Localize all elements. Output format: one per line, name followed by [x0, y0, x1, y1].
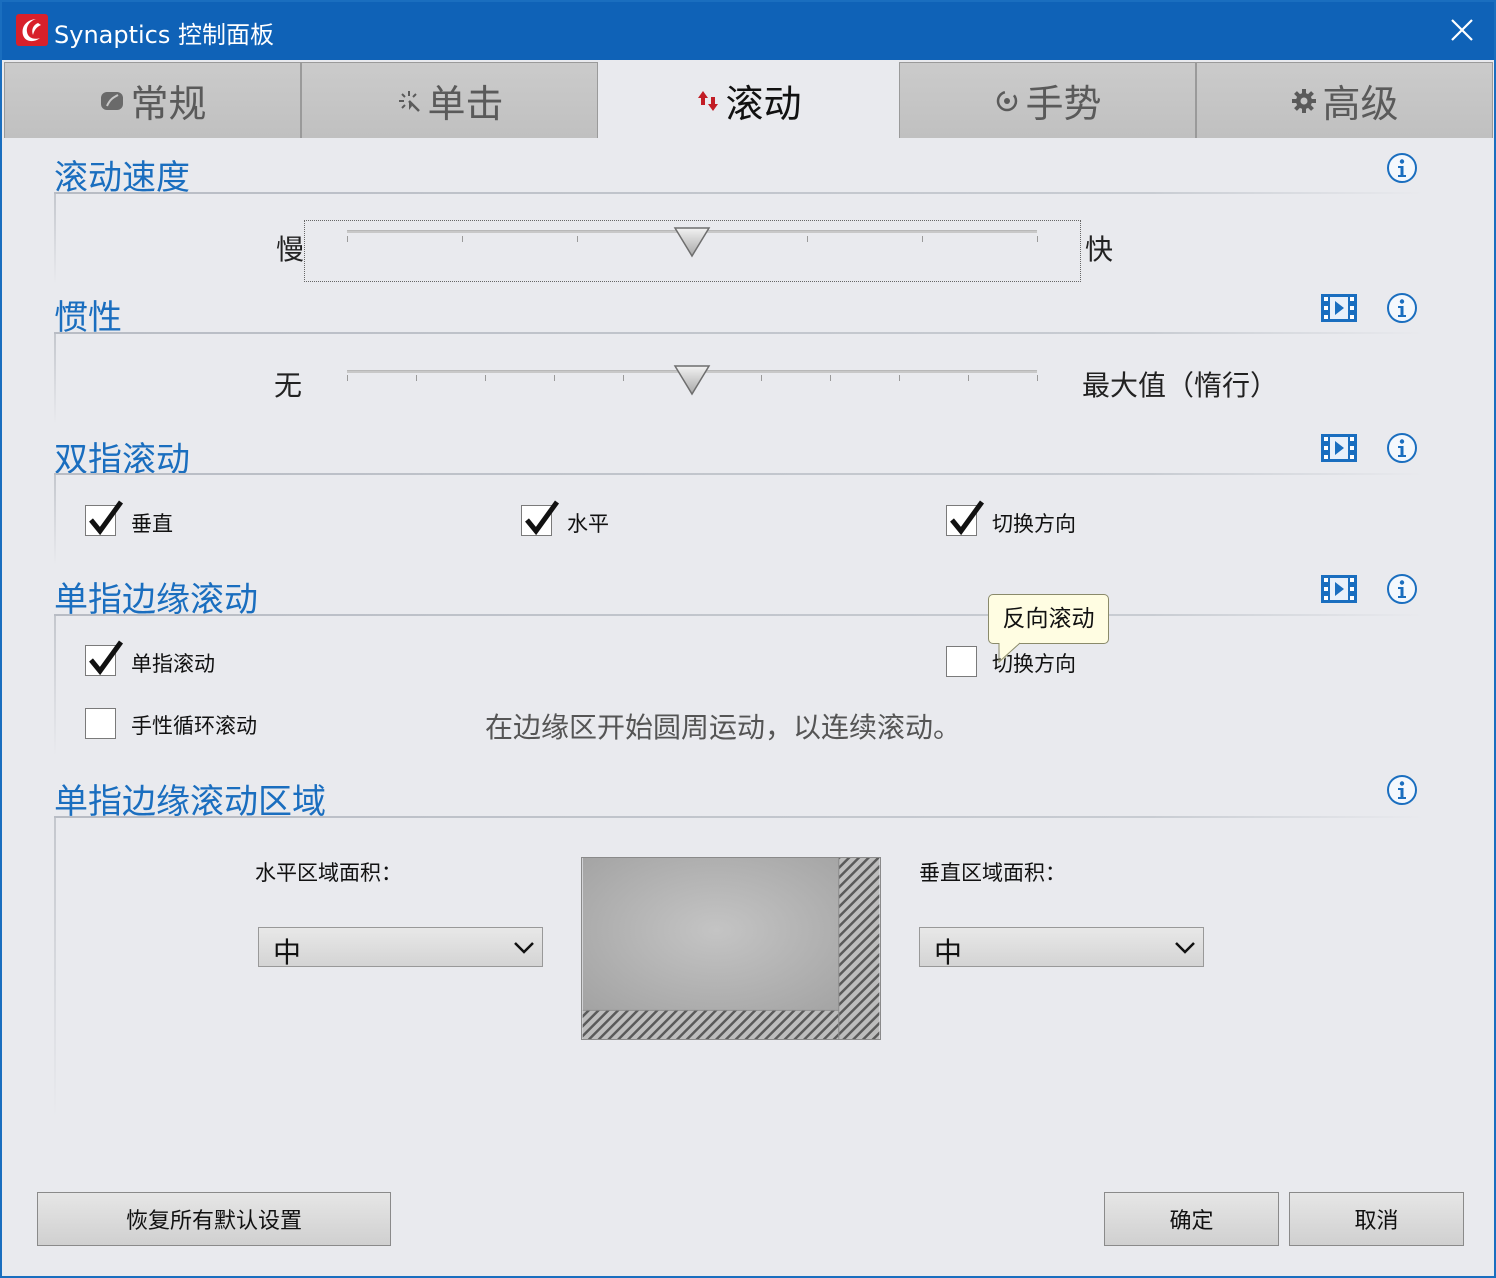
slider-tick [899, 375, 900, 381]
tab-label: 手势 [1025, 82, 1102, 126]
chiral-hint-text: 在边缘区开始圆周运动，以连续滚动。 [485, 711, 962, 744]
section-edge [54, 334, 56, 424]
tooltip-tail [998, 642, 1021, 664]
slider-tick [462, 236, 463, 242]
slider-tick [922, 236, 923, 242]
slider-tick [1037, 375, 1038, 381]
gesture-icon [997, 90, 1018, 111]
slider-tick [830, 375, 831, 381]
synaptics-window: Synaptics 控制面板 常规 单击 滚动 手势 高级 滚动速度 慢 快 惯… [0, 0, 1496, 1278]
horizontal-label: 水平 [567, 512, 609, 536]
slider-tick [416, 375, 417, 381]
slider-tick [761, 375, 762, 381]
vertical-zone-select[interactable]: 中 [919, 927, 1204, 969]
reverse-label: 切换方向 [992, 512, 1076, 536]
slider-tick [347, 375, 348, 381]
video-icon[interactable] [1320, 573, 1358, 605]
click-icon [399, 90, 421, 112]
window-title: Synaptics 控制面板 [54, 21, 274, 49]
section-edge [54, 475, 56, 565]
vertical-two-finger-checkbox[interactable] [85, 500, 124, 536]
horizontal-zone-select[interactable]: 中 [258, 927, 543, 969]
checkmark-icon [89, 500, 124, 536]
horizontal-zone-value: 中 [273, 936, 302, 969]
chevron-down-icon [514, 942, 534, 954]
gear-icon [1292, 88, 1317, 113]
chiral-label: 手性循环滚动 [131, 714, 257, 738]
info-icon[interactable] [1386, 152, 1418, 184]
title-bar[interactable]: Synaptics 控制面板 [2, 2, 1494, 60]
ok-button[interactable]: 确定 [1104, 1192, 1279, 1246]
touchpad-zone-preview [581, 857, 881, 1040]
inertia-max-label: 最大值（惰行） [1082, 369, 1279, 402]
close-button[interactable] [1430, 2, 1494, 60]
tab-click[interactable]: 单击 [301, 62, 598, 138]
slider-thumb[interactable] [673, 226, 711, 258]
reverse-two-finger-checkbox[interactable] [946, 500, 985, 536]
checkmark-icon [950, 500, 985, 536]
close-icon [1451, 19, 1473, 41]
slider-tick [807, 236, 808, 242]
horizontal-two-finger-checkbox[interactable] [521, 500, 560, 536]
section-edge [54, 616, 56, 756]
section-divider [54, 192, 1424, 194]
slider-tick [1037, 236, 1038, 242]
slider-tick [577, 236, 578, 242]
slider-tick [485, 375, 486, 381]
section-divider [54, 473, 1424, 475]
section-edge [54, 818, 56, 1118]
chiral-scroll-checkbox[interactable] [85, 708, 116, 739]
reverse-edge-checkbox[interactable] [946, 646, 977, 677]
slider-tick [623, 375, 624, 381]
slider-tick [968, 375, 969, 381]
speed-min-label: 慢 [276, 233, 305, 266]
info-icon[interactable] [1386, 432, 1418, 464]
inertia-min-label: 无 [274, 369, 303, 402]
slider-tick [347, 236, 348, 242]
cancel-button[interactable]: 取消 [1289, 1192, 1464, 1246]
checkmark-icon [525, 500, 560, 536]
video-icon[interactable] [1320, 292, 1358, 324]
vertical-zone-label: 垂直区域面积： [919, 861, 1066, 885]
speed-max-label: 快 [1085, 233, 1114, 266]
tab-general[interactable]: 常规 [4, 62, 301, 138]
chevron-down-icon [1175, 942, 1195, 954]
section-divider [54, 614, 1424, 616]
info-icon[interactable] [1386, 774, 1418, 806]
section-divider [54, 816, 1424, 818]
touchpad-icon [101, 91, 124, 110]
tab-bar: 常规 单击 滚动 手势 高级 [2, 60, 1494, 140]
tab-gestures[interactable]: 手势 [899, 62, 1196, 138]
vertical-zone-value: 中 [934, 936, 963, 969]
horizontal-zone-label: 水平区域面积： [255, 861, 402, 885]
info-icon[interactable] [1386, 573, 1418, 605]
vertical-label: 垂直 [131, 512, 173, 536]
section-divider [54, 332, 1424, 334]
tab-scroll[interactable]: 滚动 [598, 60, 899, 140]
tab-label: 高级 [1322, 82, 1399, 126]
tab-label: 单击 [427, 82, 504, 126]
synaptics-logo-icon [16, 14, 48, 46]
slider-tick [554, 375, 555, 381]
scroll-arrows-icon [698, 90, 719, 111]
checkmark-icon [89, 640, 124, 676]
section-edge [54, 194, 56, 284]
tab-label: 常规 [130, 82, 207, 126]
tooltip: 反向滚动 [988, 594, 1109, 644]
restore-defaults-button[interactable]: 恢复所有默认设置 [37, 1192, 391, 1246]
info-icon[interactable] [1386, 292, 1418, 324]
single-finger-label: 单指滚动 [131, 652, 215, 676]
video-icon[interactable] [1320, 432, 1358, 464]
tab-advanced[interactable]: 高级 [1196, 62, 1493, 138]
tab-label: 滚动 [725, 82, 802, 126]
single-finger-scroll-checkbox[interactable] [85, 640, 124, 676]
slider-thumb[interactable] [673, 364, 711, 396]
